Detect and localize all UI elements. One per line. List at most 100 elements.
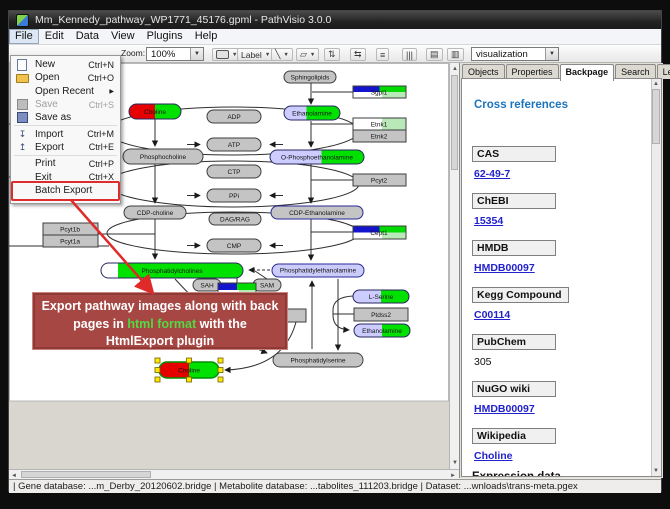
node-phosphatidylcholines[interactable]: Phosphatidylcholines bbox=[101, 263, 243, 278]
panel-scrollbar[interactable]: ▲ ▼ bbox=[651, 79, 661, 476]
node-pcyt2[interactable]: Pcyt2 bbox=[353, 174, 406, 186]
node-dag[interactable]: DAG/RAG bbox=[209, 213, 261, 225]
node-sgpl1[interactable]: Sgpl1 bbox=[353, 86, 406, 98]
annotation-line3: HtmlExport plugin bbox=[35, 333, 285, 351]
menu-item-open-recent[interactable]: Open Recent ▶ bbox=[11, 85, 120, 98]
svg-text:SAH: SAH bbox=[200, 283, 214, 290]
svg-text:Etnk1: Etnk1 bbox=[371, 122, 388, 129]
node-pcyt1b[interactable]: Pcyt1b bbox=[43, 223, 98, 235]
svg-text:Pcyt2: Pcyt2 bbox=[371, 178, 388, 185]
xref-link[interactable]: C00114 bbox=[474, 309, 647, 321]
menu-item-open[interactable]: Open Ctrl+O bbox=[11, 71, 120, 84]
line-tool-button[interactable]: ╲ ▼ bbox=[271, 48, 293, 61]
tab-backpage[interactable]: Backpage bbox=[560, 64, 615, 81]
node-choline-selected[interactable]: Choline bbox=[155, 358, 223, 382]
node-cdp-ethanolamine[interactable]: CDP-Ethanolamine bbox=[271, 206, 363, 219]
stack-vertical-button[interactable]: ≡ bbox=[376, 48, 389, 61]
chevron-down-icon: ▼ bbox=[283, 52, 288, 58]
menu-data[interactable]: Data bbox=[70, 29, 105, 44]
node-cdp-choline[interactable]: CDP-choline bbox=[124, 206, 186, 219]
node-etnk2[interactable]: Etnk2 bbox=[353, 130, 406, 142]
svg-text:Phosphatidylcholines: Phosphatidylcholines bbox=[141, 268, 203, 275]
node-cmp[interactable]: CMP bbox=[207, 239, 261, 252]
xref-link[interactable]: Choline bbox=[474, 450, 647, 462]
tab-search[interactable]: Search bbox=[615, 64, 656, 79]
menu-item-new[interactable]: New Ctrl+N bbox=[11, 58, 120, 71]
scroll-down-icon[interactable]: ▼ bbox=[452, 459, 458, 467]
node-ethanolamine-top[interactable]: Ethanolamine bbox=[284, 106, 340, 120]
node-ctp[interactable]: CTP bbox=[207, 165, 261, 178]
scroll-up-icon[interactable]: ▲ bbox=[452, 65, 458, 73]
scroll-thumb[interactable] bbox=[652, 89, 660, 144]
shape-tool-button[interactable]: ▱ ▼ bbox=[296, 48, 319, 61]
menu-item-print[interactable]: Print Ctrl+P bbox=[11, 157, 120, 170]
stack-horizontal-button[interactable]: ||| bbox=[402, 48, 417, 61]
svg-text:CTP: CTP bbox=[228, 169, 241, 176]
xref-section-cas: CAS 62-49-7 bbox=[472, 144, 647, 180]
node-phosphatidylethanolamine[interactable]: Phosphatidylethanolamine bbox=[272, 264, 364, 277]
scroll-up-icon[interactable]: ▲ bbox=[653, 80, 659, 88]
xref-title: PubChem bbox=[472, 334, 556, 350]
zoom-combobox[interactable]: 100% ▼ bbox=[146, 47, 204, 61]
scroll-thumb[interactable] bbox=[451, 75, 458, 170]
menu-help[interactable]: Help bbox=[189, 29, 224, 44]
node-l-serine[interactable]: L-Serine bbox=[353, 290, 409, 303]
svg-text:CDP-choline: CDP-choline bbox=[137, 210, 174, 217]
menu-file[interactable]: File bbox=[9, 29, 39, 44]
node-pcyt1a[interactable]: Pcyt1a bbox=[43, 235, 98, 247]
align-horizontal-button[interactable]: ⇆ bbox=[350, 48, 366, 61]
node-o-phosphoethanolamine[interactable]: O-Phosphoethanolamine bbox=[270, 150, 364, 164]
node-sah[interactable]: SAH bbox=[193, 279, 221, 291]
xref-link[interactable]: HMDB00097 bbox=[474, 262, 647, 274]
menu-edit[interactable]: Edit bbox=[39, 29, 70, 44]
menu-item-import[interactable]: ↧ Import Ctrl+M bbox=[11, 127, 120, 140]
xref-link[interactable]: 15354 bbox=[474, 215, 647, 227]
node-sam[interactable]: SAM bbox=[253, 279, 281, 291]
visualization-combobox[interactable]: visualization ▼ bbox=[471, 47, 559, 61]
node-partial-genebox[interactable] bbox=[284, 309, 306, 322]
title-bar[interactable]: Mm_Kennedy_pathway_WP1771_45176.gpml - P… bbox=[9, 11, 661, 29]
node-ethanolamine-bottom[interactable]: Ethanolamine bbox=[354, 324, 410, 337]
svg-text:Phosphocholine: Phosphocholine bbox=[140, 154, 187, 161]
node-sphingolipids[interactable]: Sphingolipids bbox=[284, 71, 336, 83]
common-width-button[interactable]: ▤ bbox=[426, 48, 443, 61]
visualization-dropdown-icon[interactable]: ▼ bbox=[545, 48, 558, 60]
align-vertical-icon: ⇅ bbox=[328, 49, 336, 60]
menu-item-export[interactable]: ↥ Export Ctrl+E bbox=[11, 141, 120, 154]
menu-item-save-as[interactable]: Save as bbox=[11, 111, 120, 124]
node-ptdss2[interactable]: Ptdss2 bbox=[354, 308, 408, 321]
tab-properties[interactable]: Properties bbox=[506, 64, 559, 79]
node-etnk1[interactable]: Etnk1 bbox=[353, 118, 406, 130]
node-phosphocholine[interactable]: Phosphocholine bbox=[123, 149, 203, 164]
svg-text:CMP: CMP bbox=[227, 243, 241, 250]
scroll-down-icon[interactable]: ▼ bbox=[653, 467, 659, 475]
common-height-button[interactable]: ▥ bbox=[447, 48, 464, 61]
node-ppi[interactable]: PPi bbox=[207, 189, 261, 202]
xref-link[interactable]: HMDB00097 bbox=[474, 403, 647, 415]
zoom-dropdown-icon[interactable]: ▼ bbox=[190, 48, 203, 60]
svg-text:CDP-Ethanolamine: CDP-Ethanolamine bbox=[289, 210, 345, 217]
node-atp[interactable]: ATP bbox=[207, 138, 261, 151]
xref-section-chebi: ChEBI 15354 bbox=[472, 191, 647, 227]
node-phosphatidylserine[interactable]: Phosphatidylserine bbox=[273, 353, 363, 367]
tab-legend[interactable]: Legend bbox=[657, 64, 670, 79]
expression-data-heading: Expression data bbox=[472, 471, 647, 477]
common-height-icon: ▥ bbox=[451, 49, 460, 60]
node-choline-top[interactable]: Choline bbox=[129, 104, 181, 119]
menu-item-save[interactable]: Save Ctrl+S bbox=[11, 98, 120, 111]
align-vertical-button[interactable]: ⇅ bbox=[324, 48, 340, 61]
canvas-vertical-scrollbar[interactable]: ▲ ▼ bbox=[449, 63, 459, 469]
menu-view[interactable]: View bbox=[105, 29, 141, 44]
canvas-horizontal-scrollbar[interactable]: ◄ ► bbox=[9, 469, 459, 479]
node-adp[interactable]: ADP bbox=[207, 110, 261, 123]
label-tool-button[interactable]: Label ▼ bbox=[237, 48, 274, 61]
scroll-thumb[interactable] bbox=[21, 471, 151, 478]
xref-section-kegg: Kegg Compound C00114 bbox=[472, 285, 647, 321]
svg-text:Sphingolipids: Sphingolipids bbox=[291, 75, 330, 82]
submenu-arrow-icon: ▶ bbox=[109, 88, 114, 95]
menu-plugins[interactable]: Plugins bbox=[141, 29, 189, 44]
xref-link[interactable]: 62-49-7 bbox=[474, 168, 647, 180]
tab-objects[interactable]: Objects bbox=[462, 64, 505, 79]
node-cept1[interactable]: Cept1 bbox=[353, 226, 406, 239]
new-file-icon bbox=[17, 59, 27, 71]
